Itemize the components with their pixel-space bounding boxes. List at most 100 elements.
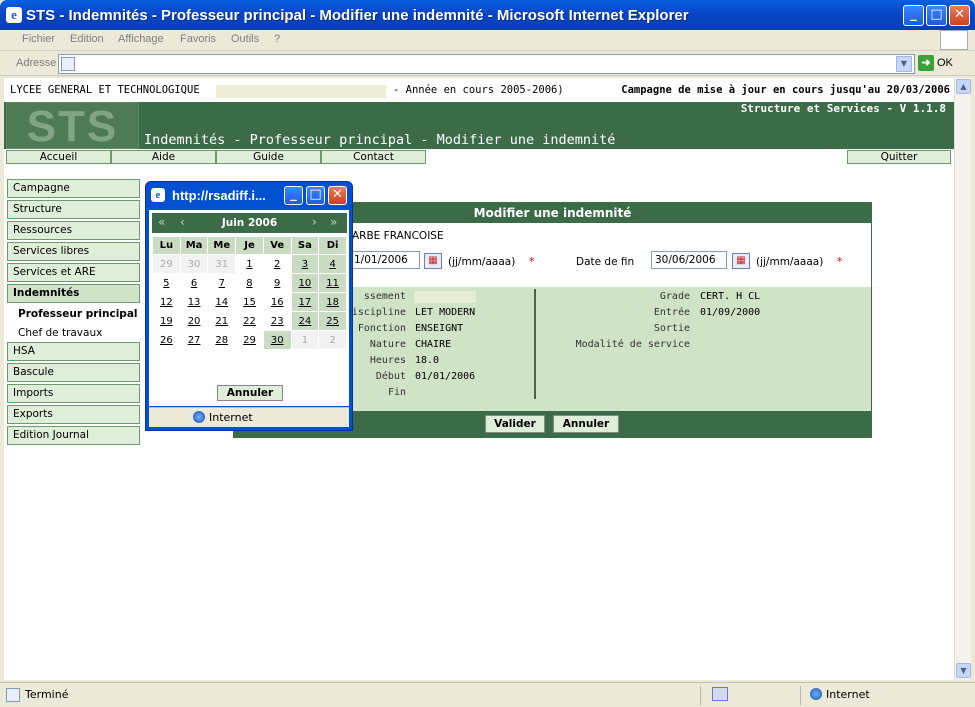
menu-help[interactable]: ? <box>274 33 280 45</box>
end-required-mark: * <box>837 255 843 268</box>
calendar-day[interactable]: 30 <box>179 254 209 274</box>
teacher-name: ARBE FRANCOISE <box>352 230 444 242</box>
school-year: - Année en cours 2005-2006) <box>393 84 564 96</box>
zone-indicator: Internet <box>810 688 870 701</box>
calendar-day[interactable]: 20 <box>179 311 209 331</box>
sidebar-item-services-are[interactable]: Services et ARE <box>7 263 140 282</box>
calendar-day[interactable]: 25 <box>318 311 347 331</box>
calendar-day[interactable]: 29 <box>235 330 264 350</box>
popup-minimize-button[interactable]: _ <box>284 186 303 205</box>
sidebar-item-bascule[interactable]: Bascule <box>7 363 140 382</box>
calendar-day[interactable]: 1 <box>235 254 264 274</box>
calendar-day[interactable]: 2 <box>318 330 347 350</box>
nav-contact[interactable]: Contact <box>321 150 426 164</box>
go-arrow-icon: ➜ <box>918 55 934 71</box>
calendar-day[interactable]: 18 <box>318 292 347 312</box>
weekday-header: Ve <box>262 236 292 255</box>
etablissement-field <box>414 291 476 303</box>
detail-value: ENSEIGNT <box>415 323 464 334</box>
calendar-day[interactable]: 14 <box>207 292 237 312</box>
scroll-down-icon[interactable]: ▼ <box>956 663 971 678</box>
minimize-button[interactable]: _ <box>903 5 924 26</box>
nav-accueil[interactable]: Accueil <box>6 150 111 164</box>
address-input[interactable]: ▼ <box>58 54 915 74</box>
detail-value: 01/01/2006 <box>415 371 476 382</box>
calendar-day[interactable]: 29 <box>152 254 181 274</box>
go-button[interactable]: ➜ OK <box>918 55 960 73</box>
start-date-input[interactable]: 1/01/2006 <box>350 251 420 269</box>
next-month-icon[interactable]: › <box>312 215 317 229</box>
sidebar-sub-professeur-principal[interactable]: Professeur principal <box>18 308 138 320</box>
menu-edition[interactable]: Edition <box>70 33 104 45</box>
calendar-day[interactable]: 16 <box>262 292 292 312</box>
calendar-day[interactable]: 12 <box>152 292 181 312</box>
sidebar-item-structure[interactable]: Structure <box>7 200 140 219</box>
popup-maximize-button[interactable]: □ <box>306 186 325 205</box>
annuler-button[interactable]: Annuler <box>553 415 619 433</box>
close-button[interactable]: ✕ <box>949 5 970 26</box>
sidebar-sub-chef-de-travaux[interactable]: Chef de travaux <box>18 327 102 339</box>
popup-zone-label: Internet <box>209 411 253 424</box>
sidebar-item-hsa[interactable]: HSA <box>7 342 140 361</box>
valider-button[interactable]: Valider <box>485 415 545 433</box>
sidebar-item-ressources[interactable]: Ressources <box>7 221 140 240</box>
sidebar-item-imports[interactable]: Imports <box>7 384 140 403</box>
sidebar-item-edition-journal[interactable]: Edition Journal <box>7 426 140 445</box>
detail-value: 01/09/2000 <box>700 307 761 318</box>
calendar-day[interactable]: 7 <box>207 273 237 293</box>
menu-favoris[interactable]: Favoris <box>180 33 216 45</box>
address-dropdown-icon[interactable]: ▼ <box>896 56 912 72</box>
calendar-day[interactable]: 28 <box>207 330 237 350</box>
calendar-day[interactable]: 22 <box>235 311 264 331</box>
menu-bar: Fichier Edition Affichage Favoris Outils… <box>0 30 975 51</box>
popup-close-button[interactable]: ✕ <box>328 186 347 205</box>
calendar-day[interactable]: 26 <box>152 330 181 350</box>
calendar-day[interactable]: 1 <box>290 330 320 350</box>
calendar-day[interactable]: 2 <box>262 254 292 274</box>
nav-guide[interactable]: Guide <box>216 150 321 164</box>
calendar-grid: Lu Ma Me Je Ve Sa Di 29 30 31 1 2 3 4 5 … <box>152 236 347 350</box>
sidebar-item-services-libres[interactable]: Services libres <box>7 242 140 261</box>
address-bar: Adresse ▼ ➜ OK <box>0 52 975 76</box>
end-calendar-icon[interactable]: ▦ <box>732 253 750 269</box>
status-text: Terminé <box>25 688 69 701</box>
calendar-day[interactable]: 5 <box>152 273 181 293</box>
end-date-label: Date de fin <box>576 256 635 268</box>
calendar-day[interactable]: 6 <box>179 273 209 293</box>
calendar-day[interactable]: 21 <box>207 311 237 331</box>
calendar-day[interactable]: 17 <box>290 292 320 312</box>
sidebar-item-indemnites[interactable]: Indemnités <box>7 284 140 303</box>
scroll-up-icon[interactable]: ▲ <box>956 79 971 94</box>
status-divider <box>700 686 701 705</box>
calendar-cancel-button[interactable]: Annuler <box>217 385 283 401</box>
calendar-day[interactable]: 8 <box>235 273 264 293</box>
nav-quitter[interactable]: Quitter <box>847 150 951 164</box>
calendar-day[interactable]: 4 <box>318 254 347 274</box>
end-date-input[interactable]: 30/06/2006 <box>651 251 727 269</box>
calendar-day[interactable]: 19 <box>152 311 181 331</box>
calendar-day[interactable]: 11 <box>318 273 347 293</box>
menu-fichier[interactable]: Fichier <box>22 33 55 45</box>
next-year-icon[interactable]: » <box>330 215 337 229</box>
calendar-day[interactable]: 24 <box>290 311 320 331</box>
calendar-day[interactable]: 3 <box>290 254 320 274</box>
menu-outils[interactable]: Outils <box>231 33 259 45</box>
window-titlebar[interactable]: e STS - Indemnités - Professeur principa… <box>0 0 975 30</box>
calendar-day[interactable]: 15 <box>235 292 264 312</box>
calendar-day[interactable]: 13 <box>179 292 209 312</box>
sidebar-item-exports[interactable]: Exports <box>7 405 140 424</box>
nav-aide[interactable]: Aide <box>111 150 216 164</box>
menu-affichage[interactable]: Affichage <box>118 33 164 45</box>
sidebar-item-campagne[interactable]: Campagne <box>7 179 140 198</box>
start-calendar-icon[interactable]: ▦ <box>424 253 442 269</box>
calendar-day[interactable]: 27 <box>179 330 209 350</box>
calendar-day-selected[interactable]: 30 <box>262 330 292 350</box>
windows-flag-icon <box>940 30 968 50</box>
maximize-button[interactable]: □ <box>926 5 947 26</box>
calendar-day[interactable]: 31 <box>207 254 237 274</box>
calendar-popup-window[interactable]: e http://rsadiff.i... _ □ ✕ « ‹ Juin 200… <box>145 181 353 431</box>
calendar-day[interactable]: 10 <box>290 273 320 293</box>
vertical-scrollbar[interactable]: ▲ ▼ <box>954 78 971 680</box>
calendar-day[interactable]: 23 <box>262 311 292 331</box>
calendar-day[interactable]: 9 <box>262 273 292 293</box>
